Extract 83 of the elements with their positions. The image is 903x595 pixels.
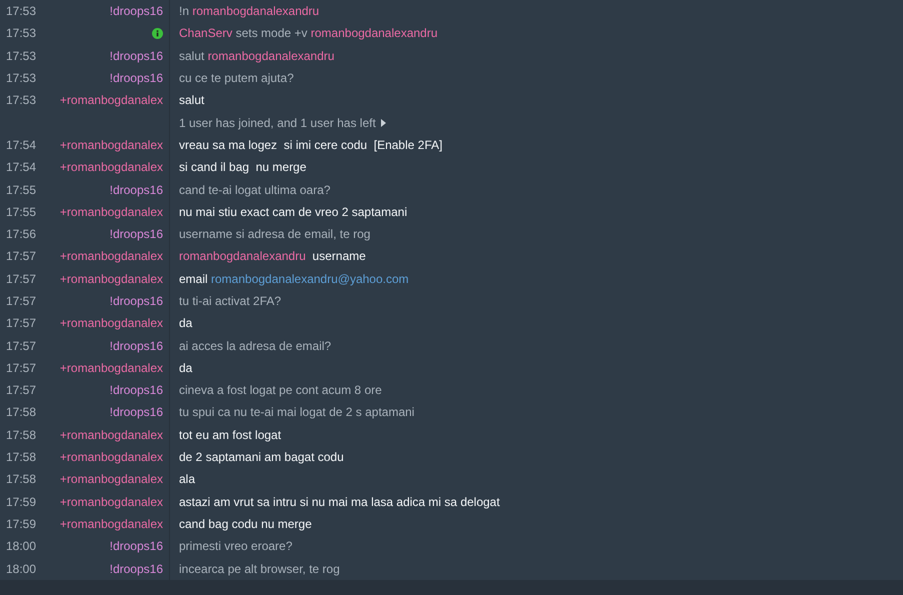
timestamp: 18:00 bbox=[6, 538, 36, 556]
nickname[interactable]: +romanbogdanalex bbox=[60, 158, 163, 176]
nickname[interactable]: !droops16 bbox=[110, 537, 163, 556]
message-text: sets mode +v bbox=[234, 25, 308, 42]
message-text: 1 user has joined, and 1 user has left bbox=[179, 114, 376, 132]
timestamp: 17:54 bbox=[6, 159, 36, 176]
nickname[interactable]: +romanbogdanalex bbox=[60, 448, 163, 466]
nickname[interactable]: +romanbogdanalex bbox=[60, 202, 163, 221]
timestamp: 17:53 bbox=[6, 92, 36, 110]
message-text: salut bbox=[179, 48, 206, 65]
nickname[interactable]: !droops16 bbox=[110, 336, 163, 355]
message-text: nu mai stiu exact cam de vreo 2 saptamani bbox=[179, 204, 408, 221]
message-text: tu ti-ai activat 2FA? bbox=[179, 293, 282, 310]
timestamp: 17:57 bbox=[6, 270, 36, 288]
nickname[interactable]: !droops16 bbox=[110, 180, 163, 199]
nickname[interactable]: +romanbogdanalex bbox=[60, 358, 163, 377]
message-text: ala bbox=[179, 471, 196, 488]
timestamp: 17:57 bbox=[6, 382, 36, 400]
message-text: tu spui ca nu te-ai mai logat de 2 s aptamani bbox=[179, 404, 414, 422]
nickname-mention[interactable]: romanbogdanalexandru bbox=[179, 247, 306, 266]
message-text: primesti vreo eroare? bbox=[179, 538, 292, 556]
nickname[interactable]: !droops16 bbox=[110, 225, 163, 244]
nickname[interactable]: +romanbogdanalex bbox=[60, 426, 163, 444]
timestamp: 17:58 bbox=[6, 449, 36, 466]
message-text: salut bbox=[179, 92, 204, 110]
message-text: email bbox=[179, 270, 209, 288]
nickname[interactable]: +romanbogdanalex bbox=[60, 136, 163, 154]
timestamp: 17:57 bbox=[6, 315, 36, 332]
info-icon bbox=[152, 28, 163, 39]
timestamp: 17:53 bbox=[6, 70, 36, 88]
nickname-mention[interactable]: romanbogdanalexandru bbox=[310, 24, 438, 42]
timestamp: 17:55 bbox=[6, 182, 36, 199]
timestamp: 17:58 bbox=[6, 404, 36, 422]
nickname-mention[interactable]: ChanServ bbox=[179, 24, 232, 42]
message-text: da bbox=[179, 360, 192, 377]
message-text: cand te-ai logat ultima oara? bbox=[179, 182, 330, 199]
message-text: tot eu am fost logat bbox=[179, 426, 282, 444]
timestamp: 17:58 bbox=[6, 426, 36, 444]
timestamp: 17:57 bbox=[6, 293, 36, 310]
nickname-mention[interactable]: romanbogdanalexandru bbox=[192, 2, 320, 20]
nickname[interactable]: +romanbogdanalex bbox=[60, 270, 163, 288]
timestamp: 17:56 bbox=[6, 226, 36, 244]
nickname-mention[interactable]: romanbogdanalexandru bbox=[208, 46, 334, 65]
message-text: cu ce te putem ajuta? bbox=[179, 70, 294, 88]
timestamp: 17:54 bbox=[6, 136, 36, 154]
message-text: si cand il bag nu merge bbox=[179, 159, 306, 176]
nickname[interactable]: !droops16 bbox=[110, 381, 163, 400]
nickname[interactable]: !droops16 bbox=[110, 403, 163, 422]
timestamp: 17:53 bbox=[6, 48, 36, 65]
timestamp: 18:00 bbox=[6, 560, 36, 578]
message-text: vreau sa ma logez si imi cere codu [Enable 2FA] bbox=[179, 136, 442, 154]
timestamp: 17:57 bbox=[6, 338, 36, 355]
message-text: cineva a fost logat pe cont acum 8 ore bbox=[179, 382, 382, 400]
message-text: ai acces la adresa de email? bbox=[179, 338, 332, 355]
message-text: !n bbox=[179, 3, 190, 20]
message-text: da bbox=[179, 315, 192, 332]
timestamp: 17:59 bbox=[6, 516, 36, 533]
timestamp: 17:55 bbox=[6, 204, 36, 221]
message-text: username bbox=[311, 248, 366, 266]
nickname[interactable]: +romanbogdanalex bbox=[60, 247, 163, 266]
nickname[interactable]: +romanbogdanalex bbox=[60, 514, 163, 533]
expand-caret-icon[interactable] bbox=[380, 118, 386, 127]
email-link[interactable]: romanbogdanalexandru@yahoo.com bbox=[211, 270, 409, 288]
message-text: cand bag codu nu merge bbox=[179, 516, 312, 533]
nickname[interactable]: !droops16 bbox=[110, 2, 163, 20]
message-text: astazi am vrut sa intru si nu mai ma lasa adica mi sa delogat bbox=[179, 494, 500, 511]
timestamp: 17:53 bbox=[6, 3, 36, 20]
nickname[interactable]: !droops16 bbox=[110, 69, 163, 88]
timestamp: 17:58 bbox=[6, 471, 36, 488]
nickname[interactable]: +romanbogdanalex bbox=[60, 91, 163, 110]
nickname[interactable]: +romanbogdanalex bbox=[60, 470, 163, 488]
message-text: username si adresa de email, te rog bbox=[179, 226, 370, 244]
timestamp: 17:59 bbox=[6, 494, 36, 511]
nickname[interactable]: !droops16 bbox=[110, 560, 163, 578]
nickname[interactable]: !droops16 bbox=[110, 292, 163, 310]
nickname[interactable]: +romanbogdanalex bbox=[60, 314, 163, 332]
nickname[interactable]: +romanbogdanalex bbox=[60, 492, 163, 511]
message-text: de 2 saptamani am bagat codu bbox=[179, 449, 344, 466]
message-text: incearca pe alt browser, te rog bbox=[179, 560, 340, 578]
nickname[interactable]: !droops16 bbox=[110, 46, 163, 65]
timestamp: 17:57 bbox=[6, 360, 36, 377]
timestamp: 17:57 bbox=[6, 248, 36, 266]
timestamp: 17:53 bbox=[6, 25, 36, 42]
